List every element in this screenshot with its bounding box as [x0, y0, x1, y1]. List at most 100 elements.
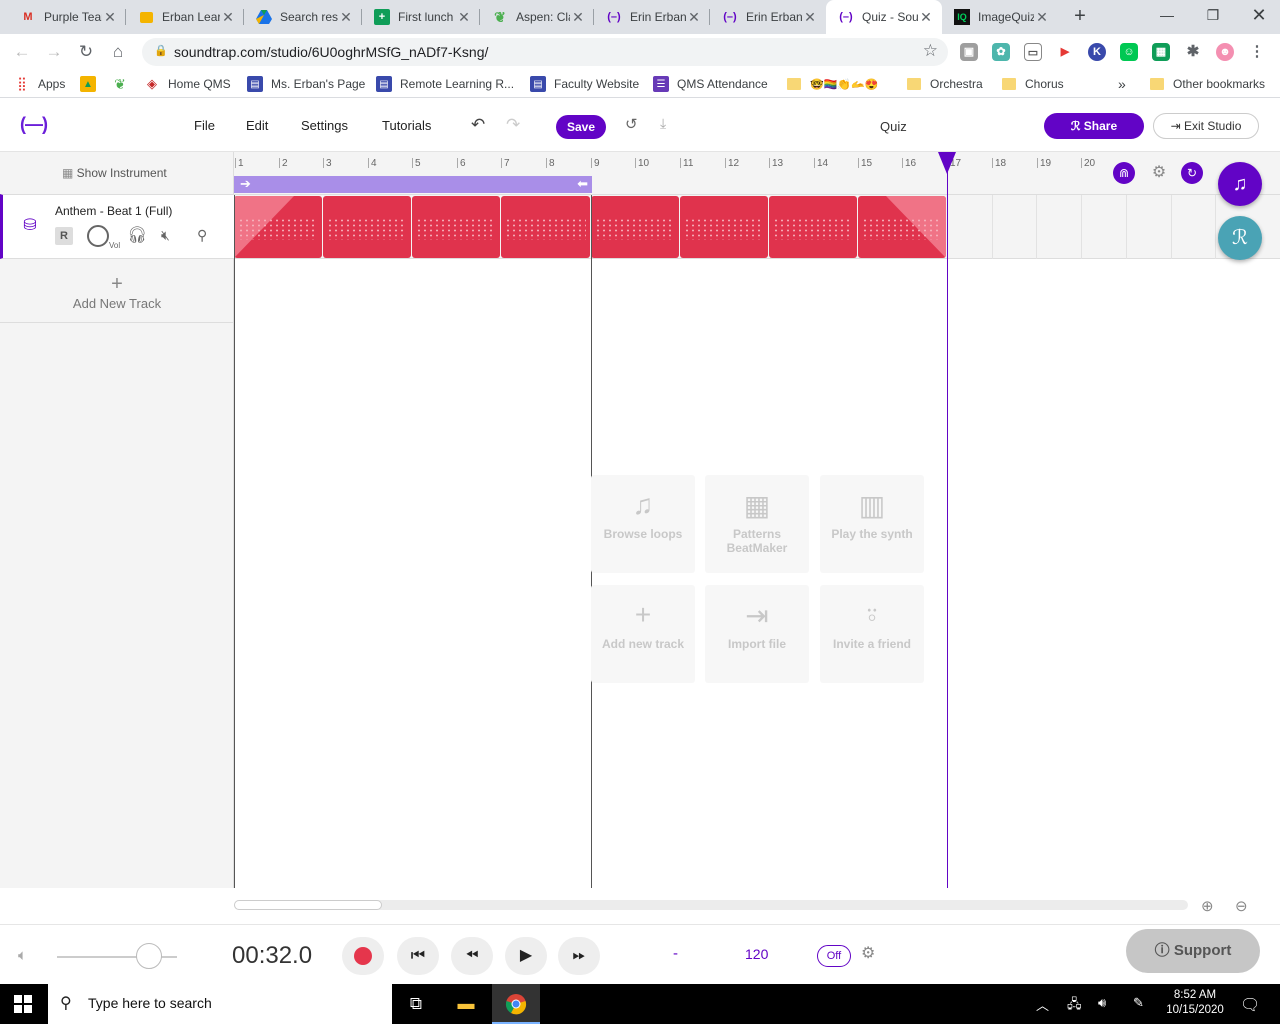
support-button[interactable]: ⓘ Support: [1126, 929, 1260, 973]
minimize-button[interactable]: —: [1144, 0, 1190, 34]
loop-toggle-icon[interactable]: ↻: [1181, 162, 1203, 184]
metronome-settings-gear-icon[interactable]: ⚙: [861, 943, 875, 963]
share-button[interactable]: ℛ Share: [1044, 113, 1144, 139]
bookmark-ms-erbans-page[interactable]: ▤ Ms. Erban's Page: [247, 74, 365, 94]
bookmark-classroom[interactable]: ▲: [80, 74, 104, 94]
track-name[interactable]: Anthem - Beat 1 (Full): [55, 204, 172, 218]
bookmark-aspen[interactable]: ❦: [112, 74, 136, 94]
browser-tab[interactable]: (–) Erin Erban ✕: [710, 0, 826, 34]
loop-start-arrow-icon[interactable]: ➔: [240, 176, 251, 192]
menu-file[interactable]: File: [194, 118, 215, 133]
show-instrument-toggle[interactable]: ▦ Show Instrument: [62, 166, 167, 180]
audio-clip[interactable]: [769, 196, 857, 258]
menu-settings[interactable]: Settings: [301, 118, 348, 133]
key-display[interactable]: -: [673, 945, 678, 962]
close-window-button[interactable]: ✕: [1236, 0, 1280, 34]
audio-clip[interactable]: [858, 196, 946, 258]
scrollbar-thumb[interactable]: [234, 900, 382, 910]
track-lane[interactable]: [234, 195, 1280, 259]
horizontal-scrollbar[interactable]: [234, 900, 1188, 910]
patterns-beatmaker-tile[interactable]: ▦ Patterns BeatMaker: [705, 475, 809, 573]
play-synth-tile[interactable]: ▥ Play the synth: [820, 475, 924, 573]
bookmark-faculty-website[interactable]: ▤ Faculty Website: [530, 74, 639, 94]
taskbar-search-box[interactable]: ⚲ Type here to search: [48, 984, 392, 1024]
download-icon[interactable]: ⤓: [660, 115, 666, 132]
close-icon[interactable]: ✕: [456, 9, 472, 26]
undo-icon[interactable]: ↶: [471, 115, 485, 135]
mute-icon[interactable]: 🔇︎: [161, 227, 170, 244]
taskbar-clock[interactable]: 8:52 AM 10/15/2020: [1160, 988, 1230, 1018]
bookmark-apps[interactable]: ⣿ Apps: [14, 74, 65, 94]
pen-icon[interactable]: ✎: [1133, 995, 1144, 1011]
revert-icon[interactable]: ↺: [625, 115, 638, 133]
bookmark-remote-learning[interactable]: ▤ Remote Learning R...: [376, 74, 514, 94]
rewind-button[interactable]: ⏪︎: [451, 937, 493, 975]
close-icon[interactable]: ✕: [1034, 9, 1050, 26]
zoom-in-icon[interactable]: ⊕: [1201, 897, 1214, 915]
close-icon[interactable]: ✕: [102, 9, 118, 26]
new-tab-button[interactable]: +: [1068, 5, 1092, 29]
track-lanes[interactable]: ♫ Browse loops ▦ Patterns BeatMaker ▥ Pl…: [234, 195, 1280, 888]
menu-edit[interactable]: Edit: [246, 118, 268, 133]
task-view-icon[interactable]: ⧉: [392, 984, 440, 1024]
audio-clip[interactable]: [234, 196, 322, 258]
browser-tab[interactable]: M Purple Team ✕: [8, 0, 126, 34]
close-icon[interactable]: ✕: [338, 9, 354, 26]
windows-start-icon[interactable]: [14, 995, 32, 1013]
close-icon[interactable]: ✕: [686, 9, 702, 26]
metronome-toggle[interactable]: Off: [817, 945, 851, 967]
extension-icon[interactable]: ✿: [992, 43, 1010, 61]
browser-tab-active[interactable]: (–) Quiz - Soundtrap ✕: [826, 0, 942, 34]
browser-tab[interactable]: IQ ImageQuiz ✕: [942, 0, 1058, 34]
lock-icon[interactable]: 🔒: [154, 44, 168, 57]
play-button[interactable]: ▶: [505, 937, 547, 975]
browser-tab[interactable]: (–) Erin Erban ✕: [594, 0, 710, 34]
kebab-menu-icon[interactable]: ⋮: [1248, 43, 1266, 61]
master-volume-knob[interactable]: [136, 943, 162, 969]
effects-icon[interactable]: ⚲: [197, 227, 207, 244]
exit-studio-button[interactable]: ⇥ Exit Studio: [1153, 113, 1259, 139]
profile-avatar-icon[interactable]: ☻: [1216, 43, 1234, 61]
invite-friend-tile[interactable]: ⍤ Invite a friend: [820, 585, 924, 683]
audio-clip[interactable]: [501, 196, 590, 258]
back-button[interactable]: ←: [10, 40, 34, 64]
add-new-track-button[interactable]: + Add New Track: [0, 259, 234, 323]
browser-tab[interactable]: Erban Learning ✕: [126, 0, 244, 34]
menu-tutorials[interactable]: Tutorials: [382, 118, 431, 133]
file-explorer-icon[interactable]: ▬: [442, 984, 490, 1024]
loop-end-arrow-icon[interactable]: ⬅: [577, 176, 588, 192]
extension-icon[interactable]: ▶: [1056, 43, 1074, 61]
bookmark-chorus[interactable]: Chorus: [1001, 74, 1064, 94]
speaker-icon[interactable]: 🔈︎: [18, 947, 27, 964]
restore-button[interactable]: ❐: [1190, 0, 1236, 34]
network-icon[interactable]: 🖧︎: [1067, 995, 1082, 1017]
bookmark-home-qms[interactable]: ◈ Home QMS: [144, 74, 231, 94]
extension-icon[interactable]: ▣: [960, 43, 978, 61]
browser-tab[interactable]: ❦ Aspen: Class ✕: [480, 0, 594, 34]
address-bar[interactable]: 🔒 soundtrap.com/studio/6U0oghrMSfG_nADf7…: [142, 38, 948, 66]
bookmark-emoji-folder[interactable]: 🤓🏳️‍🌈👏🫴😍: [786, 74, 878, 94]
soundtrap-logo-icon[interactable]: (—): [20, 114, 48, 135]
sheets-extension-icon[interactable]: ▦: [1152, 43, 1170, 61]
bookmark-other[interactable]: Other bookmarks: [1149, 74, 1265, 94]
loop-region[interactable]: ➔ ⬅: [234, 176, 592, 193]
go-to-start-button[interactable]: ⏮︎: [397, 937, 439, 975]
bookmark-orchestra[interactable]: Orchestra: [906, 74, 983, 94]
close-icon[interactable]: ✕: [918, 9, 934, 26]
bookmark-qms-attendance[interactable]: ☰ QMS Attendance: [653, 74, 768, 94]
close-icon[interactable]: ✕: [802, 9, 818, 26]
music-note-fab-icon[interactable]: ♫: [1218, 162, 1262, 206]
record-arm-button[interactable]: R: [55, 227, 73, 245]
close-icon[interactable]: ✕: [570, 9, 586, 26]
reload-button[interactable]: ↻: [74, 40, 98, 64]
settings-gear-icon[interactable]: ⚙: [1148, 162, 1170, 184]
extension-icon[interactable]: ☺: [1120, 43, 1138, 61]
show-hidden-icons-chevron-icon[interactable]: ︿: [1036, 995, 1049, 1014]
audio-clip[interactable]: [323, 196, 411, 258]
add-new-track-tile[interactable]: + Add new track: [591, 585, 695, 683]
extension-icon[interactable]: ▭: [1024, 43, 1042, 61]
audio-clip[interactable]: [680, 196, 768, 258]
headphones-solo-icon[interactable]: 🎧︎: [127, 225, 147, 245]
browser-tab[interactable]: Search results ✕: [244, 0, 362, 34]
redo-icon[interactable]: ↷: [506, 115, 520, 135]
